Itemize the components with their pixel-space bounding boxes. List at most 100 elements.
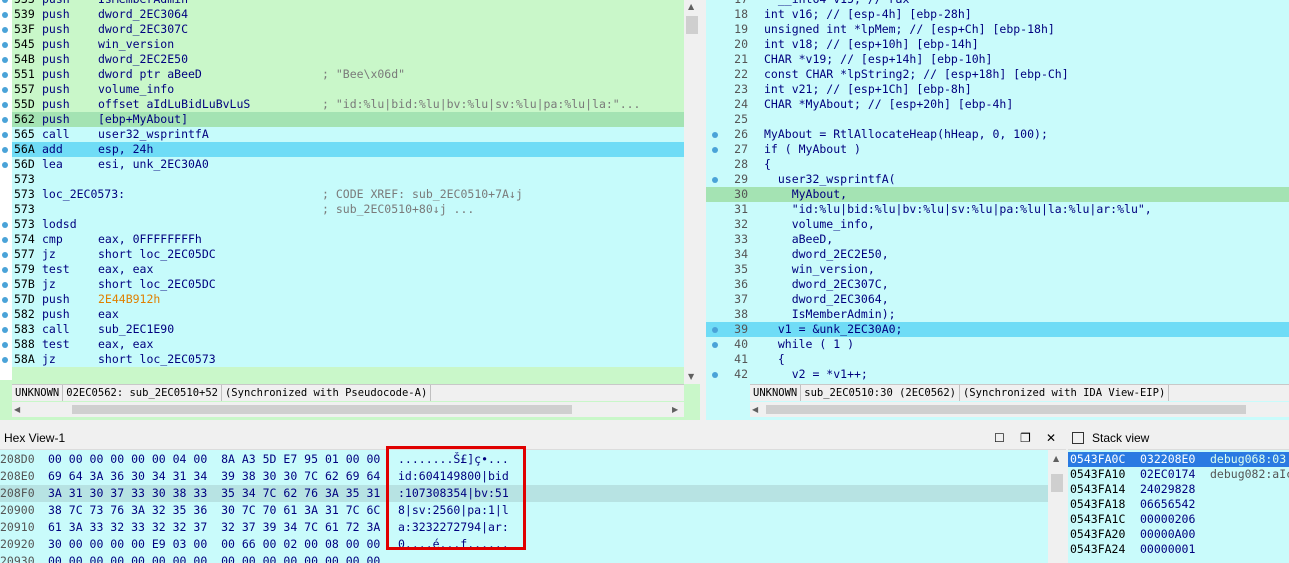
stack-row[interactable]: 0543FA1C 00000206 (1068, 512, 1289, 527)
pseudocode-line[interactable]: 19 unsigned int *lpMem; // [esp+Ch] [ebp-… (706, 22, 1289, 37)
breakpoint-dot-icon[interactable] (2, 162, 8, 168)
breakpoint-dot-icon[interactable] (2, 12, 8, 18)
hex-bytes[interactable]: 30 00 00 00 00 E9 03 00 00 66 00 02 00 0… (48, 536, 380, 553)
breakpoint-dot-icon[interactable] (2, 312, 8, 318)
ida-hscroll[interactable]: ◀ ▶ (12, 402, 684, 417)
asm-line[interactable]: 56A add esp, 24h (2, 142, 684, 157)
pseudocode-line[interactable]: 31 "id:%lu|bid:%lu|bv:%lu|sv:%lu|pa:%lu|… (706, 202, 1289, 217)
breakpoint-dot-icon[interactable] (2, 237, 8, 243)
pseudocode-line[interactable]: 20 int v18; // [esp+10h] [ebp-14h] (706, 37, 1289, 52)
breakpoint-dot-icon[interactable] (2, 132, 8, 138)
pseudocode-hscroll[interactable]: ◀ (750, 402, 1289, 417)
restore-icon[interactable]: ❐ (1020, 427, 1031, 449)
hex-bytes[interactable]: 00 00 00 00 00 00 04 00 8A A3 5D E7 95 0… (48, 451, 380, 468)
asm-line[interactable]: 562 push [ebp+MyAbout] (2, 112, 684, 127)
hex-row[interactable]: 20930 00 00 00 00 00 00 00 00 00 00 00 00… (0, 553, 1048, 563)
asm-line[interactable]: 545 push win_version (2, 37, 684, 52)
pseudocode-line[interactable]: 34 dword_2EC2E50, (706, 247, 1289, 262)
asm-line[interactable]: 57D push 2E44B912h (2, 292, 684, 307)
pseudocode-line[interactable]: 42 v2 = *v1++; (706, 367, 1289, 382)
pseudocode-line[interactable]: 22 const CHAR *lpString2; // [esp+18h] [e… (706, 67, 1289, 82)
scroll-right-icon[interactable]: ▶ (672, 405, 678, 414)
breakpoint-dot-icon[interactable] (2, 27, 8, 33)
stack-row[interactable]: 0543FA20 00000A00 (1068, 527, 1289, 542)
asm-line[interactable]: 577 jz short loc_2EC05DC (2, 247, 684, 262)
hex-bytes[interactable]: 00 00 00 00 00 00 00 00 00 00 00 00 00 0… (48, 553, 380, 563)
pseudocode-line[interactable]: 35 win_version, (706, 262, 1289, 277)
breakpoint-dot-icon[interactable] (2, 297, 8, 303)
close-icon[interactable]: ✕ (1046, 427, 1056, 449)
asm-line[interactable]: 551 push dword ptr aBeeD ; "Bee\x06d" (2, 67, 684, 82)
pseudocode-line[interactable]: 17 __int64 v15; // rax (706, 0, 1289, 7)
asm-line[interactable]: 53F push dword_2EC307C (2, 22, 684, 37)
pseudocode-line[interactable]: 38 IsMemberAdmin); (706, 307, 1289, 322)
stack-row[interactable]: 0543FA24 00000001 (1068, 542, 1289, 557)
breakpoint-dot-icon[interactable] (2, 267, 8, 273)
asm-line[interactable]: 557 push volume_info (2, 82, 684, 97)
breakpoint-dot-icon[interactable] (2, 72, 8, 78)
hex-bytes[interactable]: 69 64 3A 36 30 34 31 34 39 38 30 30 7C 6… (48, 468, 380, 485)
asm-line[interactable]: 56D lea esi, unk_2EC30A0 (2, 157, 684, 172)
scroll-down-icon[interactable]: ▼ (688, 372, 694, 381)
asm-line[interactable]: 539 push dword_2EC3064 (2, 7, 684, 22)
pseudocode-line[interactable]: 26 MyAbout = RtlAllocateHeap(hHeap, 0, 10… (706, 127, 1289, 142)
asm-line[interactable]: 55D push offset aIdLuBidLuBvLuS ; "id:%lu|b… (2, 97, 684, 112)
pseudocode-line[interactable]: 32 volume_info, (706, 217, 1289, 232)
breakpoint-dot-icon[interactable] (2, 117, 8, 123)
breakpoint-dot-icon[interactable] (2, 102, 8, 108)
stack-row[interactable]: 0543FA18 06656542 (1068, 497, 1289, 512)
hex-bytes[interactable]: 38 7C 73 76 3A 32 35 36 30 7C 70 61 3A 3… (48, 502, 380, 519)
ida-hscroll-thumb[interactable] (72, 405, 572, 414)
ida-vscroll[interactable]: ▲ ▼ (684, 0, 700, 384)
asm-line[interactable]: 54B push dword_2EC2E50 (2, 52, 684, 67)
pseudocode-line[interactable]: 24 CHAR *MyAbout; // [esp+20h] [ebp-4h] (706, 97, 1289, 112)
pseudocode-hscroll-thumb[interactable] (766, 405, 1246, 414)
asm-line[interactable]: 57B jz short loc_2EC05DC (2, 277, 684, 292)
stack-row[interactable]: 0543FA0C 032208E0 debug068:03 (1068, 452, 1289, 467)
pseudocode-line[interactable]: 33 aBeeD, (706, 232, 1289, 247)
pseudocode-line[interactable]: 18 int v16; // [esp-4h] [ebp-28h] (706, 7, 1289, 22)
breakpoint-dot-icon[interactable] (2, 42, 8, 48)
asm-line[interactable]: 573 lodsd (2, 217, 684, 232)
stack-row[interactable]: 0543FA10 02EC0174 debug082:aIc (1068, 467, 1289, 482)
pseudocode-pane[interactable]: 17 __int64 v15; // rax18int v16; // [esp… (706, 0, 1289, 420)
pseudocode-line[interactable]: 40 while ( 1 ) (706, 337, 1289, 352)
asm-line[interactable]: 588 test eax, eax (2, 337, 684, 352)
pseudocode-line[interactable]: 21 CHAR *v19; // [esp+14h] [ebp-10h] (706, 52, 1289, 67)
breakpoint-dot-icon[interactable] (2, 147, 8, 153)
scroll-up-icon[interactable]: ▲ (1053, 454, 1059, 463)
pseudocode-line[interactable]: 29 user32_wsprintfA( (706, 172, 1289, 187)
scroll-left-icon[interactable]: ◀ (14, 405, 20, 414)
pseudocode-line[interactable]: 23 int v21; // [esp+1Ch] [ebp-8h] (706, 82, 1289, 97)
hex-vscroll-thumb[interactable] (1051, 474, 1063, 492)
breakpoint-dot-icon[interactable] (2, 57, 8, 63)
pseudocode-line[interactable]: 27 if ( MyAbout ) (706, 142, 1289, 157)
asm-line[interactable]: 573 loc_2EC0573: ; CODE XREF: sub_2EC0510+… (12, 187, 684, 202)
stack-row[interactable]: 0543FA14 24029828 (1068, 482, 1289, 497)
scroll-left-icon[interactable]: ◀ (752, 405, 758, 414)
breakpoint-dot-icon[interactable] (2, 327, 8, 333)
hex-ascii[interactable]: ................ (398, 553, 509, 563)
pseudocode-line[interactable]: 25 (706, 112, 1289, 127)
stack-view-pane[interactable]: 0543FA0C 032208E0 debug068:03 0543FA10 02EC0… (1068, 450, 1289, 563)
maximize-icon[interactable]: ☐ (994, 427, 1005, 449)
asm-line[interactable]: 573 (12, 172, 684, 187)
breakpoint-dot-icon[interactable] (2, 342, 8, 348)
asm-line[interactable]: 565 call user32_wsprintfA (2, 127, 684, 142)
scroll-up-icon[interactable]: ▲ (688, 2, 694, 11)
asm-line[interactable]: 533 push IsMemberAdmin (2, 0, 684, 7)
breakpoint-dot-icon[interactable] (2, 357, 8, 363)
asm-line[interactable]: 574 cmp eax, 0FFFFFFFFh (2, 232, 684, 247)
hex-bytes[interactable]: 61 3A 33 32 33 32 32 37 32 37 39 34 7C 6… (48, 519, 380, 536)
breakpoint-dot-icon[interactable] (2, 222, 8, 228)
horizontal-splitter[interactable] (0, 420, 1289, 427)
ida-view-pane[interactable]: 533 push IsMemberAdmin 539 push dword_2EC3064… (0, 0, 700, 420)
asm-line[interactable]: 573 ; sub_2EC0510+80↓j ... (12, 202, 684, 217)
pseudocode-line[interactable]: 36 dword_2EC307C, (706, 277, 1289, 292)
asm-line[interactable]: 583 call sub_2EC1E90 (2, 322, 684, 337)
breakpoint-dot-icon[interactable] (2, 252, 8, 258)
asm-line[interactable]: 58A jz short loc_2EC0573 (2, 352, 684, 367)
pseudocode-line[interactable]: 37 dword_2EC3064, (706, 292, 1289, 307)
asm-line[interactable]: 582 push eax (2, 307, 684, 322)
ida-vscroll-thumb[interactable] (686, 16, 698, 34)
